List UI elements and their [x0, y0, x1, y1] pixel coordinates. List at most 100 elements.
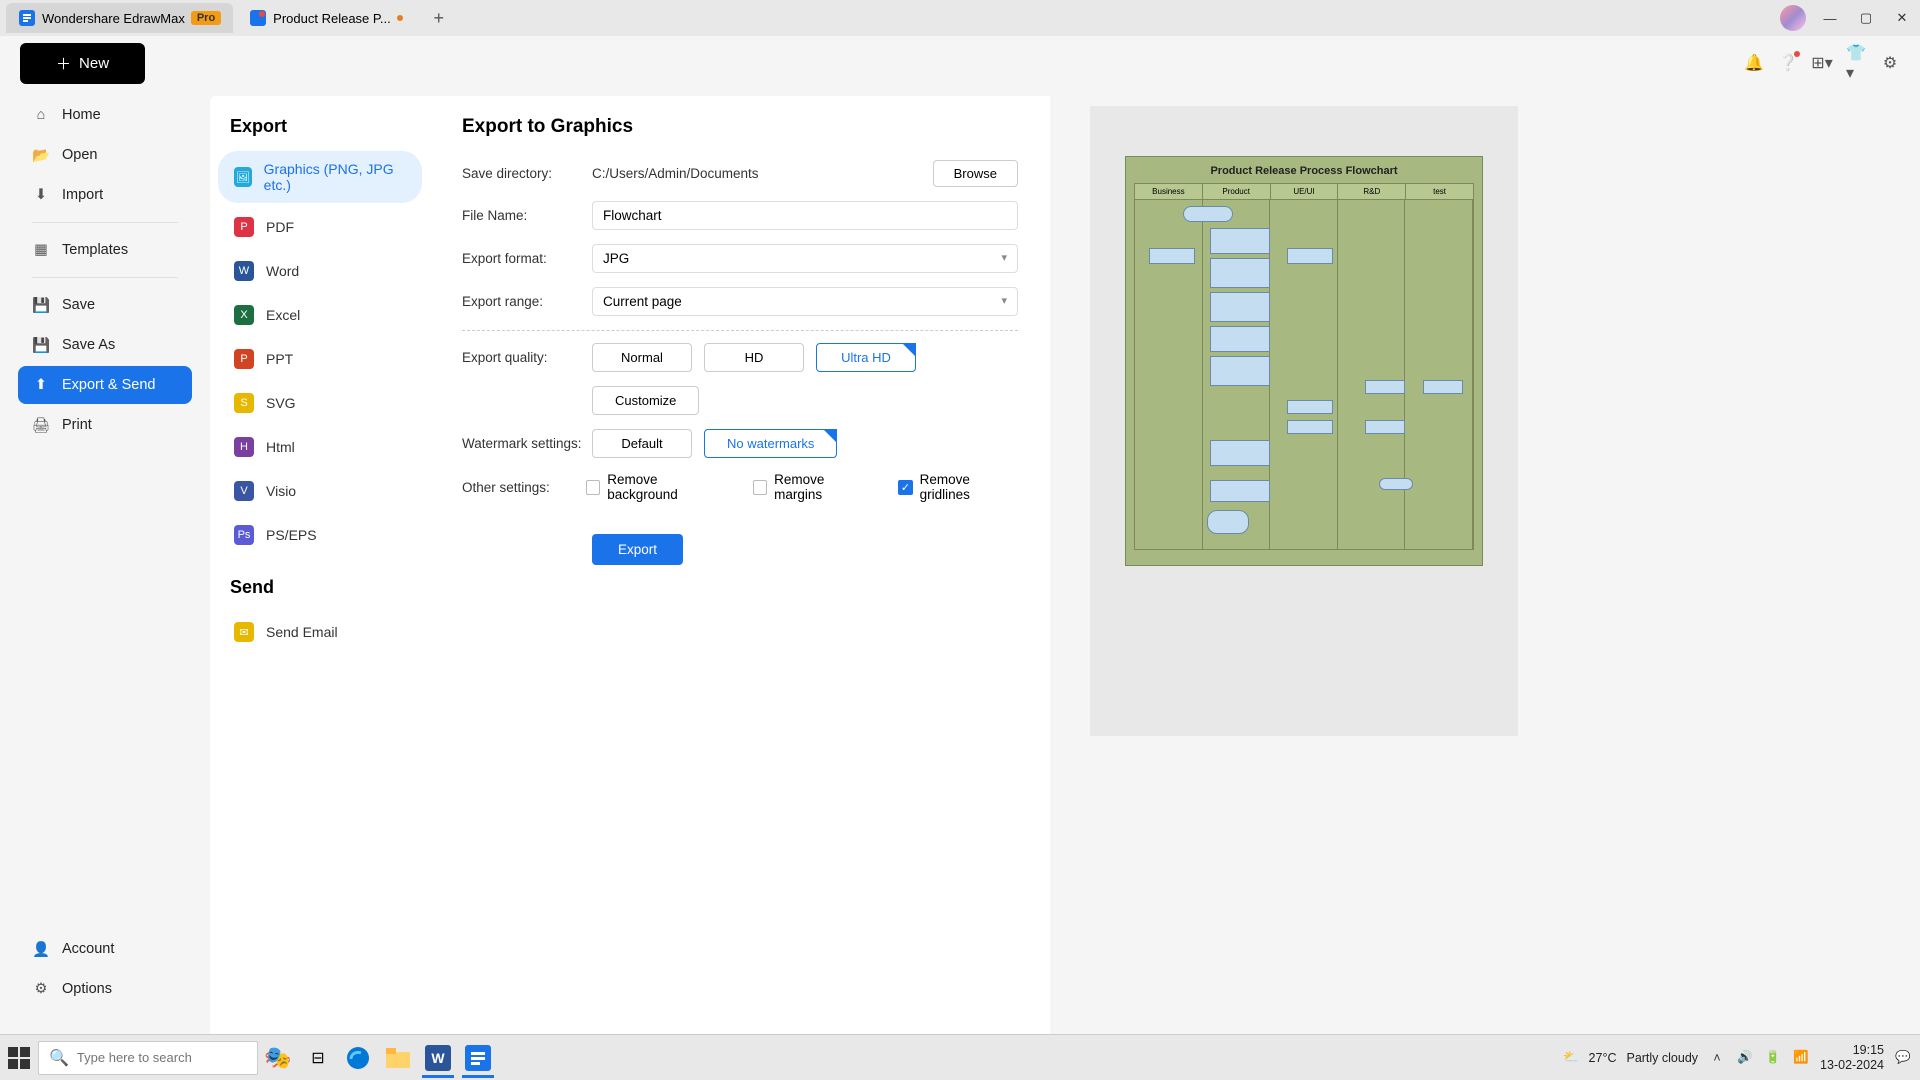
explorer-icon[interactable]: [378, 1038, 418, 1078]
settings-icon[interactable]: ⚙: [1880, 53, 1900, 73]
range-value: Current page: [603, 294, 682, 309]
left-nav: ⌂Home 📂 Open ⬇Import ▦Templates 💾Save 💾Sa…: [0, 90, 210, 1080]
home-icon: ⌂: [32, 106, 50, 124]
export-button[interactable]: Export: [592, 534, 683, 565]
range-label: Export range:: [462, 294, 592, 309]
taskbar-decoration-icon[interactable]: 🎭: [258, 1038, 298, 1078]
watermark-default[interactable]: Default: [592, 429, 692, 458]
titlebar: Wondershare EdrawMax Pro Product Release…: [0, 0, 1920, 36]
export-type-pseps[interactable]: PsPS/EPS: [218, 515, 422, 555]
notifications-icon[interactable]: 💬: [1894, 1049, 1912, 1067]
word-icon: W: [234, 261, 254, 281]
nav-save[interactable]: 💾Save: [18, 286, 192, 324]
nav-export-send[interactable]: ⬆Export & Send: [18, 366, 192, 404]
nav-import-label: Import: [62, 187, 103, 203]
nav-import[interactable]: ⬇Import: [18, 176, 192, 214]
col-test: test: [1406, 184, 1473, 199]
nav-print[interactable]: 🖨Print: [18, 406, 192, 444]
tab-document[interactable]: Product Release P...: [237, 3, 415, 33]
nav-open[interactable]: 📂 Open: [18, 136, 192, 174]
export-pdf-label: PDF: [266, 219, 294, 235]
wifi-icon[interactable]: 📶: [1792, 1049, 1810, 1067]
export-type-excel[interactable]: X Excel: [218, 295, 422, 335]
filename-input[interactable]: [592, 201, 1018, 230]
export-type-svg[interactable]: SSVG: [218, 383, 422, 423]
flowchart-node: [1210, 326, 1270, 352]
time: 19:15: [1820, 1043, 1884, 1058]
help-icon[interactable]: ❔: [1778, 53, 1798, 73]
tray-chevron-icon[interactable]: ˄: [1708, 1049, 1726, 1067]
save-icon: 💾: [32, 296, 50, 314]
save-dir-value: C:/Users/Admin/Documents: [592, 166, 759, 181]
format-select[interactable]: JPG: [592, 244, 1018, 273]
search-input[interactable]: [77, 1050, 253, 1065]
weather-desc[interactable]: Partly cloudy: [1626, 1051, 1698, 1065]
weather-icon[interactable]: ⛅: [1563, 1050, 1579, 1065]
checkbox-remove-gridlines[interactable]: ✓Remove gridlines: [898, 472, 1018, 502]
settings-panel: Export to Graphics Save directory: C:/Us…: [430, 96, 1050, 1080]
edge-icon[interactable]: [338, 1038, 378, 1078]
quality-normal[interactable]: Normal: [592, 343, 692, 372]
export-type-word[interactable]: WWord: [218, 251, 422, 291]
maximize-button[interactable]: ▢: [1854, 6, 1878, 30]
export-send-email[interactable]: ✉Send Email: [218, 612, 422, 652]
export-types-panel: Export 🖼Graphics (PNG, JPG etc.) PPDF WW…: [210, 96, 430, 1080]
nav-options[interactable]: ⚙Options: [18, 970, 192, 1008]
weather-temp[interactable]: 27°C: [1589, 1051, 1617, 1065]
minimize-button[interactable]: —: [1818, 6, 1842, 30]
folder-icon: 📂: [32, 146, 50, 164]
checkbox-remove-margins[interactable]: Remove margins: [753, 472, 871, 502]
shirt-icon[interactable]: 👕▾: [1846, 53, 1866, 73]
battery-icon[interactable]: 🔋: [1764, 1049, 1782, 1067]
search-box[interactable]: 🔍: [38, 1041, 258, 1075]
excel-icon: X: [234, 305, 254, 325]
clock[interactable]: 19:15 13-02-2024: [1820, 1043, 1884, 1073]
html-icon: H: [234, 437, 254, 457]
quality-hd[interactable]: HD: [704, 343, 804, 372]
pro-badge: Pro: [191, 11, 221, 25]
export-type-graphics[interactable]: 🖼Graphics (PNG, JPG etc.): [218, 151, 422, 203]
bell-icon[interactable]: 🔔: [1744, 53, 1764, 73]
range-select[interactable]: Current page: [592, 287, 1018, 316]
send-title: Send: [218, 577, 422, 612]
format-value: JPG: [603, 251, 629, 266]
volume-icon[interactable]: 🔊: [1736, 1049, 1754, 1067]
export-type-visio[interactable]: VVisio: [218, 471, 422, 511]
watermark-none[interactable]: No watermarks: [704, 429, 837, 458]
quality-ultra-hd[interactable]: Ultra HD: [816, 343, 916, 372]
divider: [462, 330, 1018, 331]
browse-button[interactable]: Browse: [933, 160, 1018, 187]
start-button[interactable]: [8, 1047, 30, 1069]
checkbox-remove-bg[interactable]: Remove background: [586, 472, 725, 502]
task-view-icon[interactable]: ⊟: [298, 1038, 338, 1078]
apps-icon[interactable]: ⊞▾: [1812, 53, 1832, 73]
export-excel-label: Excel: [266, 307, 300, 323]
export-type-pdf[interactable]: PPDF: [218, 207, 422, 247]
edrawmax-icon: [18, 9, 36, 27]
new-button[interactable]: ＋ New: [20, 43, 145, 84]
close-button[interactable]: ✕: [1890, 6, 1914, 30]
export-svg-label: SVG: [266, 395, 296, 411]
flowchart-node: [1287, 420, 1333, 434]
checkbox-icon: [753, 480, 767, 495]
nav-home[interactable]: ⌂Home: [18, 96, 192, 134]
edrawmax-taskbar-icon[interactable]: [458, 1038, 498, 1078]
col-rd: R&D: [1338, 184, 1406, 199]
save-dir-label: Save directory:: [462, 166, 592, 181]
new-tab-button[interactable]: +: [427, 6, 451, 30]
nav-account-label: Account: [62, 941, 114, 957]
nav-open-label: Open: [62, 147, 97, 163]
nav-account[interactable]: 👤Account: [18, 930, 192, 968]
export-type-html[interactable]: H Html: [218, 427, 422, 467]
user-avatar[interactable]: [1780, 5, 1806, 31]
nav-separator: [32, 277, 178, 278]
export-type-ppt[interactable]: PPPT: [218, 339, 422, 379]
nav-templates[interactable]: ▦Templates: [18, 231, 192, 269]
nav-saveas[interactable]: 💾Save As: [18, 326, 192, 364]
customize-button[interactable]: Customize: [592, 386, 699, 415]
tab-app[interactable]: Wondershare EdrawMax Pro: [6, 3, 233, 33]
export-title: Export: [218, 116, 422, 151]
flowchart-node: [1365, 420, 1405, 434]
word-taskbar-icon[interactable]: W: [418, 1038, 458, 1078]
export-html-label: Html: [266, 439, 295, 455]
